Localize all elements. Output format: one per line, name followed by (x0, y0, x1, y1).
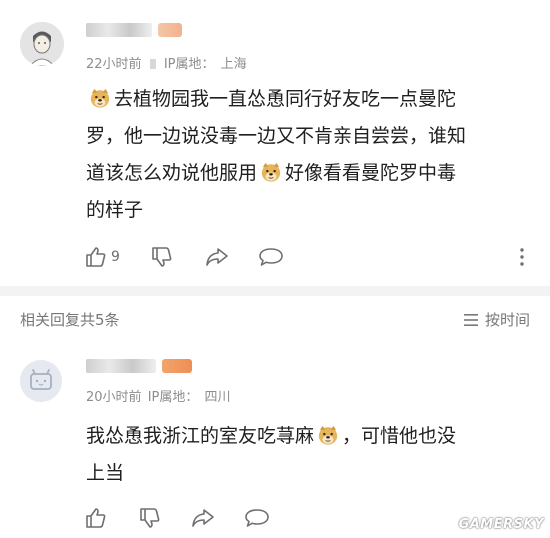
comment-item: 22小时前 IP属地： 上海 去植物园我一直怂恿同行好友吃一点曼陀 罗，他一边说… (0, 0, 550, 286)
like-button[interactable]: 9 (84, 244, 120, 270)
ip-label: IP属地： (147, 390, 199, 405)
share-icon (206, 248, 228, 266)
avatar[interactable] (20, 22, 64, 66)
doge-emoji-icon (260, 161, 282, 183)
comment-line: 道该怎么劝说他服用 好像看看曼陀罗中毒 (86, 161, 457, 184)
share-button[interactable] (190, 505, 216, 531)
sort-icon (463, 313, 478, 326)
share-icon (192, 509, 214, 527)
reply-icon (245, 509, 269, 527)
doge-emoji-icon (317, 424, 339, 446)
reply-line: 上当 (86, 462, 125, 484)
ip-label: IP属地： (163, 57, 215, 72)
reply-button[interactable] (244, 505, 270, 531)
replies-header: 相关回复共5条 按时间 (0, 300, 550, 336)
reply-count: 相关回复共5条 (20, 311, 120, 329)
reply-icon (259, 248, 283, 266)
comment-actions: 9 (0, 244, 550, 274)
more-button[interactable] (518, 244, 526, 270)
reply-item: 20小时前 IP属地： 四川 我怂恿我浙江的室友吃荨麻 ，可惜他也没 上当 (0, 340, 550, 538)
username-obscured[interactable] (86, 20, 182, 40)
reply-time: 20小时前 (86, 390, 142, 405)
comment-line: 罗，他一边说没毒一边又不肯亲自尝尝，谁知 (86, 125, 467, 147)
user-avatar-icon (20, 22, 64, 66)
ip-location: 上海 (220, 57, 247, 72)
watermark: GAMERSKY (458, 517, 544, 532)
like-icon (86, 247, 106, 267)
avatar[interactable] (20, 360, 62, 402)
like-count: 9 (111, 249, 120, 265)
comment-line: 的样子 (86, 199, 144, 221)
section-divider (0, 286, 550, 296)
reply-button[interactable] (258, 244, 284, 270)
comment-line: 去植物园我一直怂恿同行好友吃一点曼陀 (86, 81, 466, 118)
doge-emoji-icon (89, 87, 111, 109)
reply-text: 我怂恿我浙江的室友吃荨麻 ，可惜他也没 上当 (86, 418, 456, 492)
more-icon (520, 248, 524, 266)
ip-location: 四川 (204, 390, 231, 405)
dislike-button[interactable] (150, 244, 174, 270)
comment-meta: 22小时前 IP属地： 上海 (86, 53, 249, 72)
dislike-icon (152, 247, 172, 267)
reply-meta: 20小时前 IP属地： 四川 (86, 386, 233, 405)
dislike-icon (140, 508, 160, 528)
default-avatar-icon (20, 360, 62, 402)
dislike-button[interactable] (138, 505, 162, 531)
sort-label: 按时间 (484, 311, 530, 329)
comment-time: 22小时前 (86, 57, 142, 72)
sort-toggle[interactable]: 按时间 (463, 309, 530, 330)
like-icon (86, 508, 106, 528)
reply-line: 我怂恿我浙江的室友吃荨麻 ，可惜他也没 (86, 424, 457, 447)
share-button[interactable] (204, 244, 230, 270)
like-button[interactable] (84, 505, 108, 531)
comment-text: 去植物园我一直怂恿同行好友吃一点曼陀 罗，他一边说没毒一边又不肯亲自尝尝，谁知 … (86, 81, 466, 229)
username-obscured[interactable] (86, 356, 192, 376)
